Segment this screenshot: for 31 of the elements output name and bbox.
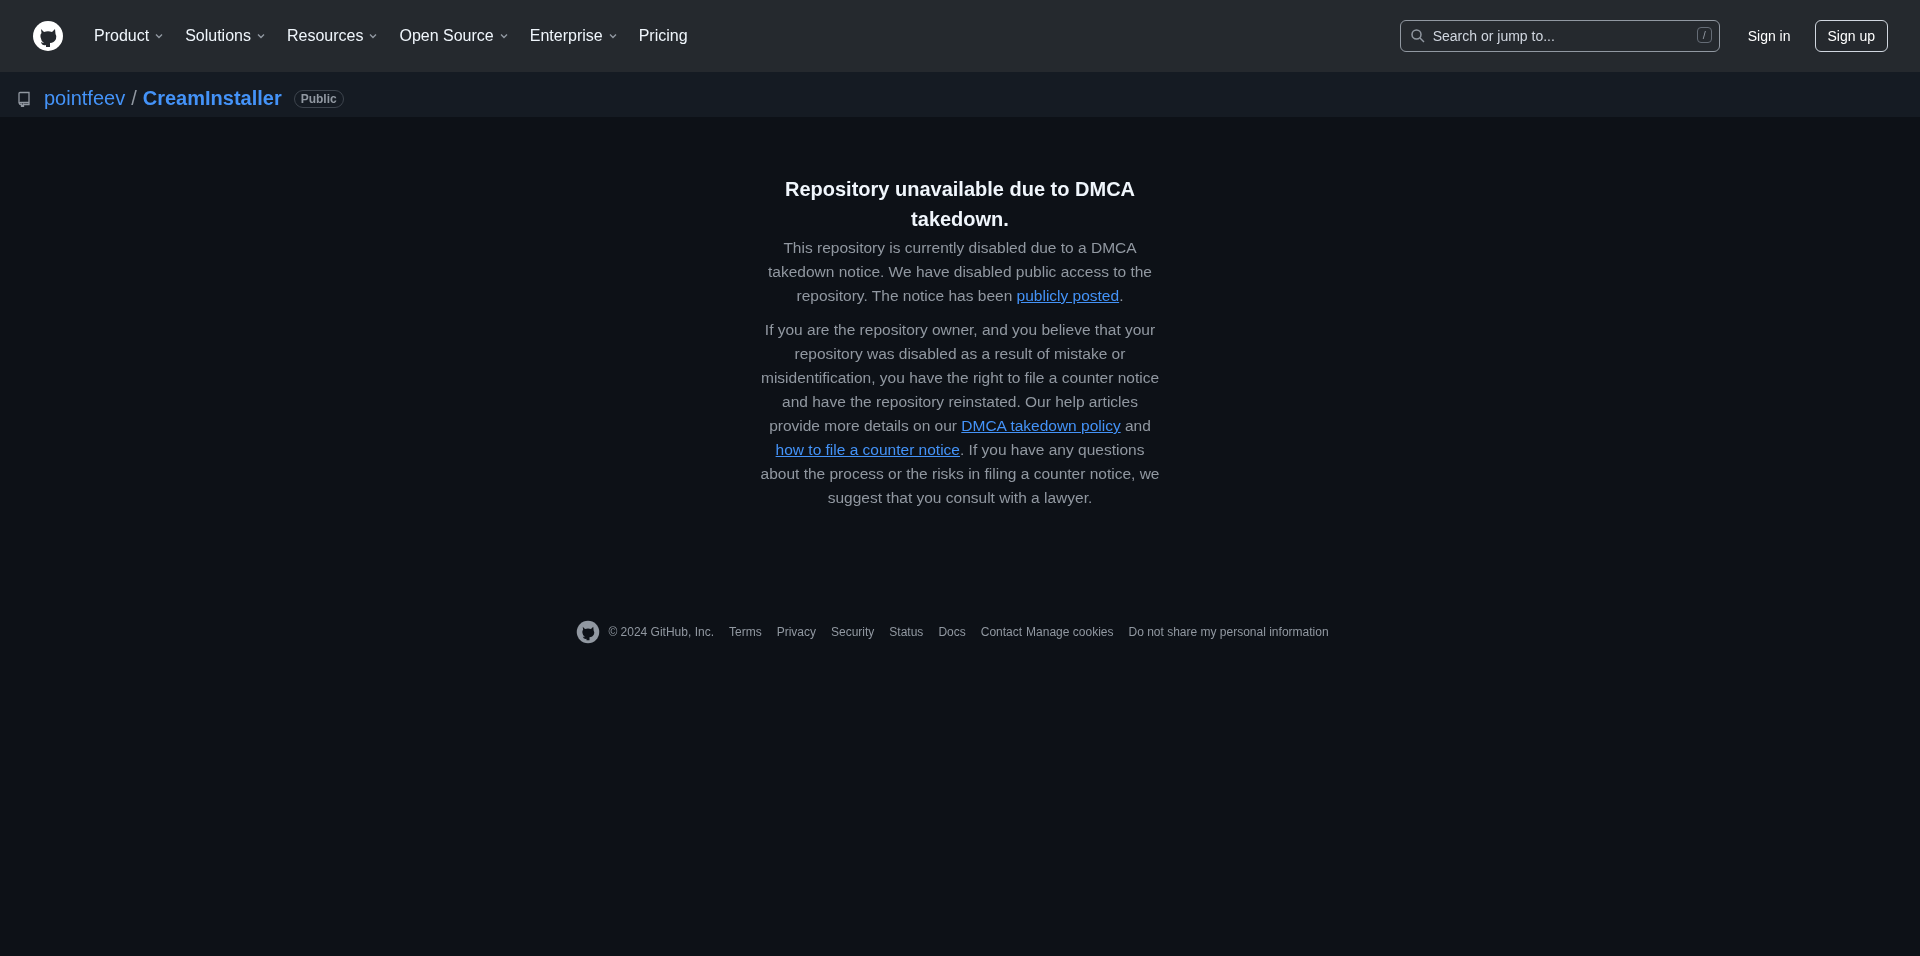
logo-icon[interactable]	[576, 620, 601, 644]
nav-menu-item[interactable]: Product	[84, 27, 176, 45]
footer-link[interactable]: Docs	[938, 625, 966, 639]
logo-icon[interactable]	[32, 20, 64, 52]
text-link[interactable]: publicly posted	[1016, 287, 1120, 304]
nav-menu-item[interactable]: Resources	[276, 27, 390, 45]
footer-link[interactable]: Do not share my personal information	[1128, 625, 1329, 639]
sign-in-link[interactable]: Sign in	[1747, 28, 1791, 44]
text-link[interactable]: how to file a counter notice	[775, 441, 960, 458]
nav-menu-item[interactable]: Open Source	[389, 27, 520, 45]
copyright-text: © 2024 GitHub, Inc.	[608, 625, 714, 639]
search-icon	[1409, 28, 1426, 44]
footer-link[interactable]: Manage cookies	[1026, 625, 1114, 639]
repository-owner-link[interactable]: pointfeev	[44, 87, 126, 110]
path-separator: /	[131, 87, 137, 110]
footer-link[interactable]: Security	[831, 625, 875, 639]
repository-name-link[interactable]: CreamInstaller	[142, 87, 282, 110]
footer-link[interactable]: Terms	[728, 625, 762, 639]
footer-link[interactable]: Status	[889, 625, 924, 639]
nav-menu-item[interactable]: Enterprise	[519, 27, 629, 45]
notice-paragraph: If you are the repository owner, and you believe that your repository was disabled as a result of mistake or misidentification, you have the right to file a counter notice and have the repository reinstated. Our help articles provide more details on our DMCA takedown policy and how to file a counter notice. If you have any questions about the process or the risks in filing a counter notice, we suggest that you consult with a lawyer.	[759, 320, 1161, 508]
nav-menu-item[interactable]: Solutions	[175, 27, 277, 45]
text-link[interactable]: DMCA takedown policy	[961, 417, 1121, 434]
nav-menu-item[interactable]: Pricing	[628, 27, 698, 45]
shortcut-key: /	[1696, 27, 1712, 43]
footer-link[interactable]: Privacy	[776, 625, 816, 639]
notice-title: Repository unavailable due to DMCA takedown.	[783, 177, 1137, 232]
footer-link[interactable]: Contact	[980, 625, 1023, 639]
repository-icon	[16, 90, 32, 107]
sign-up-button[interactable]: Sign up	[1814, 20, 1888, 52]
notice-paragraph: This repository is currently disabled due to a DMCA takedown notice. We have disabled public access to the repository. The notice has been publicly posted.	[767, 238, 1153, 306]
